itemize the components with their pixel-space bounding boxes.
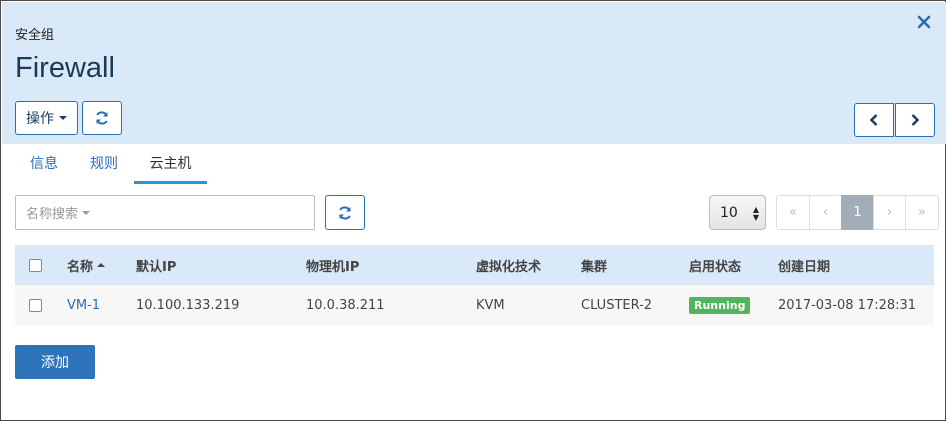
firewall-panel: 安全组 Firewall 操作 信息 规则 云主机 名称搜索 10 ▲ ▼ « … [0,0,946,421]
actions-dropdown-button[interactable]: 操作 [15,101,78,135]
next-item-button[interactable] [895,103,935,137]
select-all-checkbox[interactable] [29,258,42,272]
column-header-status: 启用状态 [689,259,742,275]
column-header-cluster: 集群 [581,259,608,275]
panel-subtitle: 安全组 [15,28,55,43]
cell-default-ip: 10.100.133.219 [136,297,240,313]
page-title: Firewall [15,52,115,84]
refresh-icon [96,111,108,125]
cell-host-ip: 10.0.38.211 [306,297,385,313]
tab-rules[interactable]: 规则 [75,149,133,185]
column-header-host-ip: 物理机IP [306,259,360,275]
table-row: VM-1 10.100.133.219 10.0.38.211 KVM CLUS… [15,285,934,325]
cell-cluster: CLUSTER-2 [581,297,653,313]
row-checkbox-cell [29,285,42,325]
status-badge: Running [689,296,751,314]
column-header-name[interactable]: 名称 [67,245,106,285]
caret-down-icon [59,116,67,120]
search-input[interactable]: 名称搜索 [15,195,315,230]
refresh-icon [339,205,351,220]
column-header-created: 创建日期 [778,259,831,275]
chevron-left-icon [869,114,878,126]
panel-header: 安全组 Firewall 操作 [2,2,946,144]
page-size-select[interactable]: 10 ▲ ▼ [709,195,766,230]
first-page-button[interactable]: « [776,195,810,230]
refresh-button[interactable] [82,101,122,135]
cell-status: Running [689,285,751,325]
page-size-value: 10 [720,204,738,221]
cell-hypervisor: KVM [476,297,505,313]
table-header: 名称 默认IP 物理机IP 虚拟化技术 集群 启用状态 创建日期 [15,245,934,285]
add-button[interactable]: 添加 [15,345,95,379]
search-placeholder: 名称搜索 [26,207,79,222]
tab-info[interactable]: 信息 [15,149,73,185]
prev-page-button[interactable]: ‹ [809,195,842,230]
cell-created: 2017-03-08 17:28:31 [778,297,917,313]
select-arrows-icon: ▲ ▼ [752,205,759,222]
chevron-right-icon [911,114,920,126]
column-header-name-label: 名称 [67,259,94,275]
close-icon[interactable] [916,14,932,30]
vm-table: 名称 默认IP 物理机IP 虚拟化技术 集群 启用状态 创建日期 VM-1 10… [15,245,934,325]
select-all-checkbox-cell [29,245,42,285]
column-header-default-ip: 默认IP [136,259,177,275]
row-checkbox[interactable] [29,298,42,312]
current-page-button[interactable]: 1 [841,195,874,230]
pagination: « ‹ 1 › » [776,195,939,230]
tab-vm-instances[interactable]: 云主机 [134,149,207,185]
next-page-button[interactable]: › [873,195,906,230]
sort-asc-icon [97,263,106,267]
caret-down-icon [82,210,91,215]
active-tab-indicator [134,181,207,184]
vm-name-link[interactable]: VM-1 [67,285,100,325]
last-page-button[interactable]: » [905,195,939,230]
refresh-list-button[interactable] [325,195,365,230]
previous-item-button[interactable] [854,103,894,137]
actions-label: 操作 [26,111,54,127]
column-header-hypervisor: 虚拟化技术 [476,259,542,275]
